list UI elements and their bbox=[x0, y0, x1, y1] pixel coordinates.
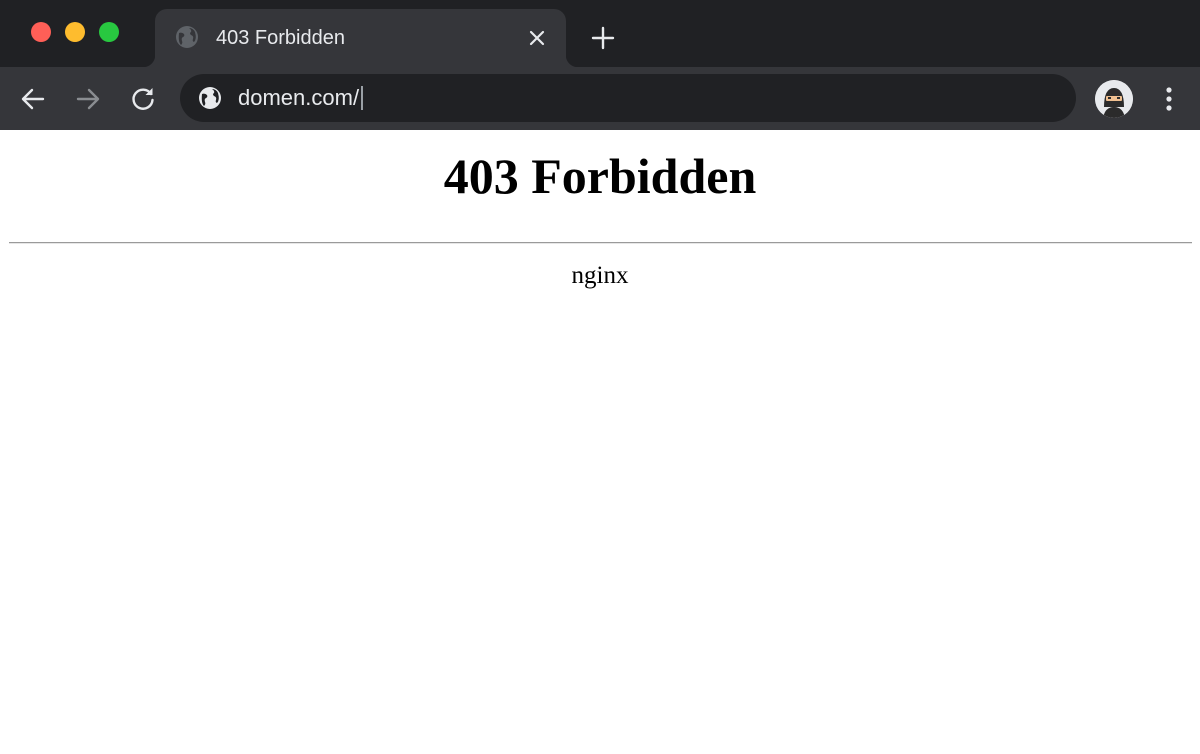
tab-active[interactable]: 403 Forbidden bbox=[143, 9, 578, 67]
text-caret bbox=[361, 86, 364, 110]
close-icon[interactable] bbox=[525, 26, 549, 50]
horizontal-rule bbox=[9, 242, 1192, 244]
globe-icon bbox=[198, 86, 222, 110]
tab-title: 403 Forbidden bbox=[216, 27, 345, 49]
back-arrow-icon[interactable] bbox=[18, 84, 48, 114]
profile-avatar[interactable] bbox=[1095, 80, 1133, 118]
url-value: domen.com/ bbox=[238, 85, 360, 110]
globe-icon bbox=[175, 25, 199, 49]
page-title: 403 Forbidden bbox=[443, 148, 757, 204]
forward-arrow-icon[interactable] bbox=[73, 84, 103, 114]
window-minimize-button[interactable] bbox=[65, 22, 85, 42]
window-close-button[interactable] bbox=[31, 22, 51, 42]
more-vertical-icon[interactable] bbox=[1155, 84, 1183, 114]
reload-icon[interactable] bbox=[128, 84, 158, 114]
page-content: 403 Forbidden nginx bbox=[0, 130, 1200, 754]
url-text[interactable]: domen.com/ bbox=[238, 84, 364, 112]
browser-titlebar: 403 Forbidden bbox=[0, 0, 1200, 67]
new-tab-plus-icon[interactable] bbox=[589, 24, 617, 52]
browser-toolbar: domen.com/ bbox=[0, 67, 1200, 130]
address-bar[interactable]: domen.com/ bbox=[180, 74, 1076, 122]
window-zoom-button[interactable] bbox=[99, 22, 119, 42]
server-name: nginx bbox=[571, 262, 629, 289]
